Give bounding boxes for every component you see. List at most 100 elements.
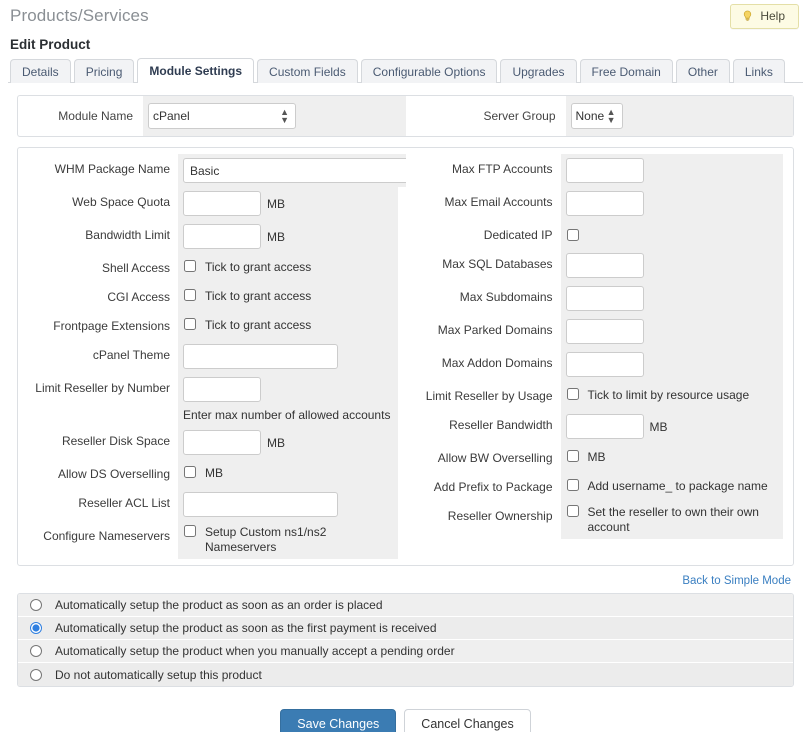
checkbox-row-reseller-ownership[interactable]: Set the reseller to own their own accoun…	[566, 505, 778, 535]
save-changes-button[interactable]: Save Changes	[280, 709, 397, 732]
tab-links[interactable]: Links	[732, 59, 785, 83]
field-row-allow-bw-overselling: Allow BW Overselling MB	[405, 443, 794, 472]
field-label-frontpage-extensions: Frontpage Extensions	[18, 311, 178, 340]
field-row-reseller-acl-list: Reseller ACL List	[18, 488, 406, 521]
input-max-addon-domains[interactable]	[565, 352, 644, 377]
input-cpanel-theme[interactable]	[183, 344, 338, 369]
auto-setup-radio-3[interactable]	[30, 668, 42, 681]
field-unit-limit-reseller-by-number: Enter max number of allowed accounts	[183, 408, 391, 422]
cancel-changes-button[interactable]: Cancel Changes	[404, 709, 531, 732]
checkbox-row-limit-reseller-by-usage[interactable]: Tick to limit by resource usage	[566, 388, 749, 403]
form-actions: Save Changes Cancel Changes	[8, 709, 803, 732]
field-value-reseller-disk-space: MB	[178, 426, 398, 459]
input-reseller-acl-list[interactable]	[183, 492, 338, 517]
field-value-limit-reseller-by-usage: Tick to limit by resource usage	[560, 381, 783, 410]
field-value-max-subdomains	[560, 282, 783, 315]
fields-column-left: WHM Package NameWeb Space QuotaMBBandwid…	[18, 154, 421, 559]
page-title: Products/Services	[10, 6, 149, 25]
auto-setup-option-row[interactable]: Do not automatically setup this product	[18, 663, 793, 686]
field-row-frontpage-extensions: Frontpage Extensions Tick to grant access	[18, 311, 406, 340]
tab-pricing[interactable]: Pricing	[73, 59, 135, 83]
input-reseller-disk-space[interactable]	[183, 430, 261, 455]
checkbox-row-shell-access[interactable]: Tick to grant access	[183, 260, 311, 275]
page-root: Products/Services Edit Product Help Deta…	[0, 0, 811, 732]
auto-setup-option-row[interactable]: Automatically setup the product when you…	[18, 640, 793, 663]
checkbox-reseller-ownership[interactable]	[566, 505, 579, 517]
tab-custom-fields[interactable]: Custom Fields	[257, 59, 358, 83]
field-value-add-prefix-to-package: Add username_ to package name	[560, 472, 783, 501]
checkbox-row-allow-bw-overselling[interactable]: MB	[566, 450, 606, 465]
field-label-reseller-acl-list: Reseller ACL List	[18, 488, 178, 521]
server-group-select-wrap: None ▲ ▼	[570, 103, 623, 129]
checkbox-shell-access[interactable]	[184, 260, 196, 272]
field-row-limit-reseller-by-usage: Limit Reseller by Usage Tick to limit by …	[405, 381, 794, 410]
field-label-dedicated-ip: Dedicated IP	[405, 220, 561, 249]
checkbox-row-dedicated-ip[interactable]	[566, 228, 581, 241]
auto-setup-radio-1[interactable]	[30, 622, 42, 634]
tab-other[interactable]: Other	[675, 59, 730, 83]
tab-upgrades[interactable]: Upgrades	[500, 59, 577, 83]
module-name-field-cell: cPanel ▲ ▼	[143, 96, 406, 136]
field-row-allow-ds-overselling: Allow DS Overselling MB	[18, 459, 406, 488]
field-row-max-sql-databases: Max SQL Databases	[405, 249, 794, 282]
checkbox-limit-reseller-by-usage[interactable]	[566, 388, 579, 400]
field-row-reseller-ownership: Reseller Ownership Set the reseller to ow…	[405, 501, 794, 539]
field-row-limit-reseller-by-number: Limit Reseller by Number Enter max number…	[18, 373, 406, 426]
auto-setup-radio-2[interactable]	[30, 645, 42, 657]
input-bandwidth-limit[interactable]	[183, 224, 261, 249]
input-reseller-bandwidth[interactable]	[565, 414, 644, 439]
input-web-space-quota[interactable]	[183, 191, 261, 216]
checkbox-frontpage-extensions[interactable]	[184, 318, 196, 330]
input-max-ftp-accounts[interactable]	[565, 158, 644, 183]
input-limit-reseller-by-number[interactable]	[183, 377, 261, 402]
field-label-limit-reseller-by-number: Limit Reseller by Number	[18, 373, 178, 426]
checkbox-row-cgi-access[interactable]: Tick to grant access	[183, 289, 311, 304]
checkbox-cgi-access[interactable]	[184, 289, 196, 301]
checkbox-add-prefix-to-package[interactable]	[566, 479, 579, 491]
field-value-frontpage-extensions: Tick to grant access	[178, 311, 398, 340]
tab-free-domain[interactable]: Free Domain	[579, 59, 673, 83]
input-max-sql-databases[interactable]	[565, 253, 644, 278]
input-max-email-accounts[interactable]	[565, 191, 644, 216]
input-max-subdomains[interactable]	[565, 286, 644, 311]
auto-setup-option-row[interactable]: Automatically setup the product as soon …	[18, 594, 793, 617]
checkbox-row-add-prefix-to-package[interactable]: Add username_ to package name	[566, 479, 768, 494]
tab-details[interactable]: Details	[10, 59, 71, 83]
server-group-select[interactable]: None	[570, 103, 623, 129]
input-whm-package-name[interactable]	[183, 158, 415, 183]
tab-module-settings[interactable]: Module Settings	[137, 58, 255, 83]
checkbox-row-configure-nameservers[interactable]: Setup Custom ns1/ns2 Nameservers	[183, 525, 392, 555]
field-value-reseller-bandwidth: MB	[560, 410, 783, 443]
field-row-max-ftp-accounts: Max FTP Accounts	[405, 154, 794, 187]
module-fields-panel: WHM Package NameWeb Space QuotaMBBandwid…	[17, 147, 794, 566]
module-name-select[interactable]: cPanel	[148, 103, 296, 129]
field-label-configure-nameservers: Configure Nameservers	[18, 521, 178, 559]
field-value-reseller-acl-list	[178, 488, 398, 521]
checkbox-configure-nameservers[interactable]	[184, 525, 196, 537]
field-value-limit-reseller-by-number: Enter max number of allowed accounts	[178, 373, 398, 426]
field-label-max-ftp-accounts: Max FTP Accounts	[405, 154, 561, 187]
checkbox-label-add-prefix-to-package: Add username_ to package name	[587, 479, 768, 493]
field-value-reseller-ownership: Set the reseller to own their own accoun…	[560, 501, 783, 539]
auto-setup-options-panel: Automatically setup the product as soon …	[17, 593, 794, 687]
input-max-parked-domains[interactable]	[565, 319, 644, 344]
checkbox-dedicated-ip[interactable]	[566, 228, 579, 241]
field-row-reseller-disk-space: Reseller Disk Space MB	[18, 426, 406, 459]
field-value-web-space-quota: MB	[178, 187, 398, 220]
checkbox-label-reseller-ownership: Set the reseller to own their own accoun…	[587, 505, 759, 534]
auto-setup-radio-0[interactable]	[30, 599, 42, 611]
checkbox-allow-bw-overselling[interactable]	[566, 450, 579, 462]
tab-configurable-options[interactable]: Configurable Options	[360, 59, 498, 83]
auto-setup-option-row[interactable]: Automatically setup the product as soon …	[18, 617, 793, 640]
help-button[interactable]: Help	[730, 4, 799, 29]
field-label-max-sql-databases: Max SQL Databases	[405, 249, 561, 282]
checkbox-row-allow-ds-overselling[interactable]: MB	[183, 466, 223, 481]
field-row-cgi-access: CGI Access Tick to grant access	[18, 282, 406, 311]
server-group-label: Server Group	[483, 109, 556, 123]
checkbox-allow-ds-overselling[interactable]	[184, 466, 196, 478]
field-label-max-subdomains: Max Subdomains	[405, 282, 561, 315]
back-to-simple-mode-link[interactable]: Back to Simple Mode	[682, 575, 791, 587]
auto-setup-option-label: Automatically setup the product as soon …	[55, 621, 437, 635]
checkbox-row-frontpage-extensions[interactable]: Tick to grant access	[183, 318, 311, 333]
tab-bar: Details Pricing Module Settings Custom Fiel…	[8, 58, 803, 83]
